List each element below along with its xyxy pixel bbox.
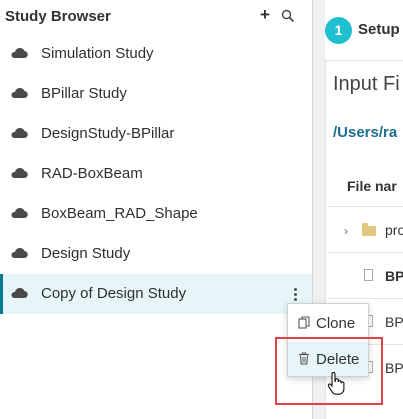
file-icon bbox=[364, 269, 373, 281]
file-name: BP bbox=[385, 360, 403, 376]
folder-icon bbox=[362, 223, 376, 236]
step-number-badge[interactable]: 1 bbox=[325, 17, 352, 44]
study-item-label: Design Study bbox=[41, 245, 131, 262]
row-divider bbox=[328, 298, 403, 299]
sidebar-title: Study Browser bbox=[5, 8, 111, 25]
clone-icon bbox=[298, 316, 310, 329]
directory-path-link[interactable]: /Users/ra bbox=[333, 124, 397, 141]
hand-cursor-icon bbox=[327, 372, 345, 395]
cloud-icon bbox=[11, 127, 28, 139]
file-row[interactable]: › pro bbox=[325, 212, 403, 252]
study-item-label: Copy of Design Study bbox=[41, 285, 187, 302]
file-row[interactable]: BP bbox=[325, 258, 403, 298]
cloud-icon bbox=[11, 287, 28, 299]
plus-icon[interactable]: + bbox=[258, 6, 272, 24]
more-options-icon[interactable] bbox=[289, 286, 301, 304]
input-files-title: Input Fi bbox=[333, 73, 400, 95]
cloud-icon bbox=[11, 247, 28, 259]
file-name: BP bbox=[385, 268, 403, 284]
study-item-boxbeam-rad-shape[interactable]: BoxBeam_RAD_Shape bbox=[0, 194, 312, 234]
step-label[interactable]: Setup bbox=[358, 21, 400, 38]
cloud-icon bbox=[11, 47, 28, 59]
cloud-icon bbox=[11, 207, 28, 219]
study-item-designstudy-bpillar[interactable]: DesignStudy-BPillar bbox=[0, 114, 312, 154]
study-browser-panel: Study Browser + Simulation Study BPillar… bbox=[0, 0, 312, 419]
study-item-label: BPillar Study bbox=[41, 85, 127, 102]
study-list: Simulation Study BPillar Study DesignStu… bbox=[0, 34, 312, 314]
study-item-label: RAD-BoxBeam bbox=[41, 165, 143, 182]
study-item-copy-of-design-study[interactable]: Copy of Design Study bbox=[0, 274, 312, 314]
chevron-right-icon[interactable]: › bbox=[344, 224, 348, 238]
file-name: BP bbox=[385, 314, 403, 330]
cloud-icon bbox=[11, 87, 28, 99]
search-icon[interactable] bbox=[281, 9, 295, 23]
row-divider bbox=[328, 252, 403, 253]
study-item-rad-boxbeam[interactable]: RAD-BoxBeam bbox=[0, 154, 312, 194]
file-name-column-header[interactable]: File nar bbox=[347, 178, 397, 194]
clone-label: Clone bbox=[316, 315, 356, 332]
study-item-label: DesignStudy-BPillar bbox=[41, 125, 175, 142]
sidebar-header: Study Browser + bbox=[0, 0, 312, 34]
row-divider bbox=[328, 206, 403, 207]
file-name: pro bbox=[385, 222, 403, 238]
study-item-simulation-study[interactable]: Simulation Study bbox=[0, 34, 312, 74]
clone-menu-item[interactable]: Clone bbox=[288, 306, 368, 340]
cloud-icon bbox=[11, 167, 28, 179]
study-item-label: BoxBeam_RAD_Shape bbox=[41, 205, 198, 222]
study-item-bpillar-study[interactable]: BPillar Study bbox=[0, 74, 312, 114]
study-item-label: Simulation Study bbox=[41, 45, 154, 62]
study-item-design-study[interactable]: Design Study bbox=[0, 234, 312, 274]
